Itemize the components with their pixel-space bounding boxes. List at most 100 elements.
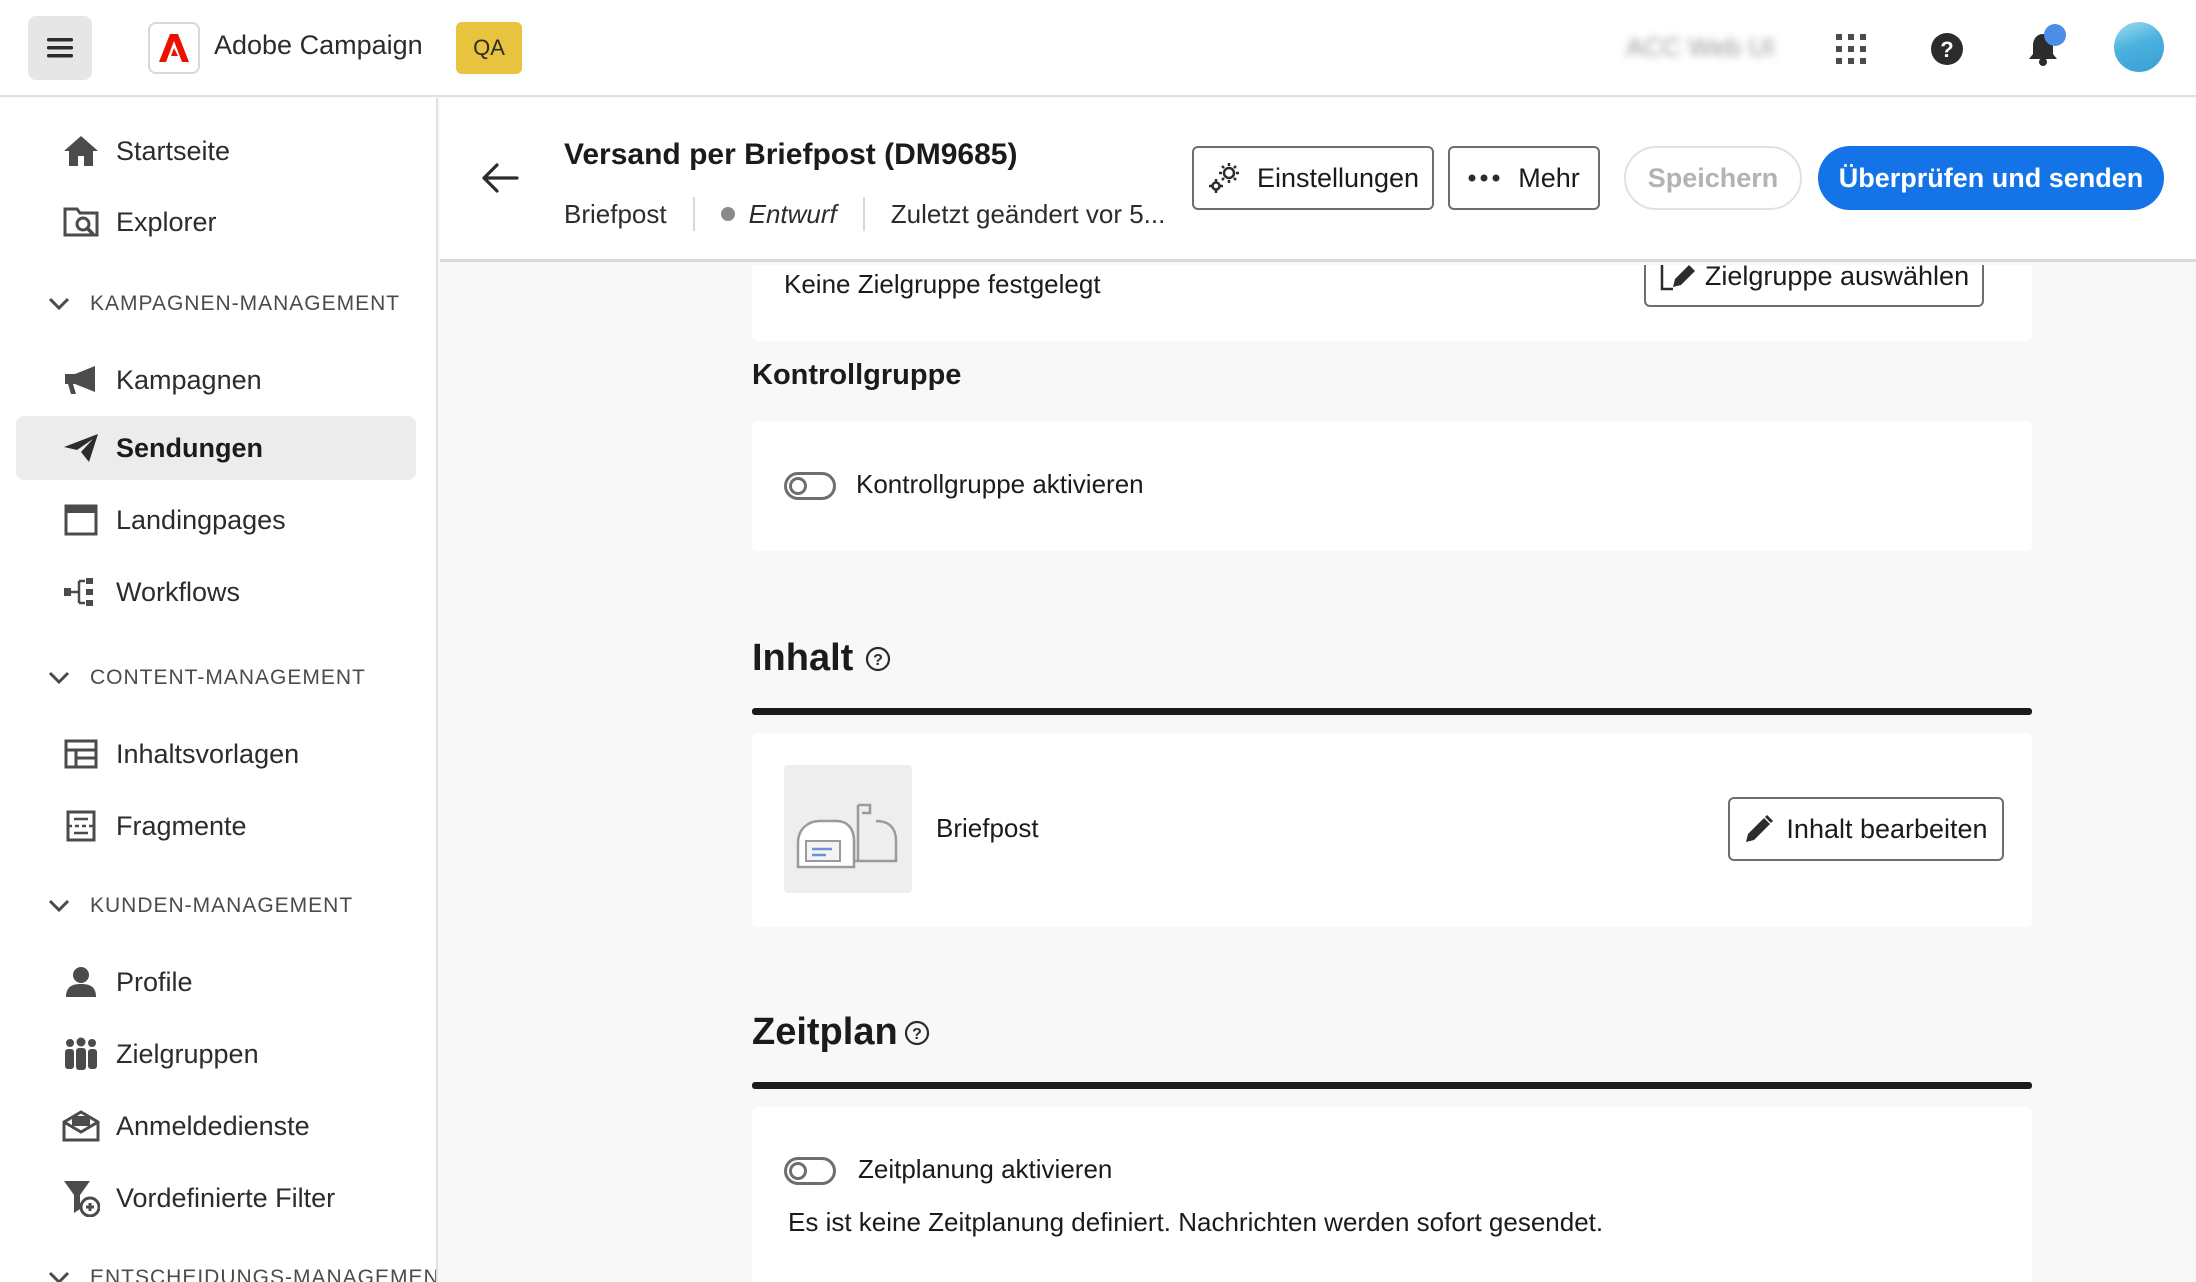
section-content-management[interactable]: CONTENT-MANAGEMENT (48, 660, 366, 696)
app-name[interactable]: Adobe Campaign (214, 30, 423, 61)
schedule-section-divider (752, 1082, 2032, 1089)
sidebar-item-label: Vordefinierte Filter (116, 1182, 336, 1213)
info-help-icon[interactable]: ? (904, 1020, 930, 1046)
edit-content-label: Inhalt bearbeiten (1786, 813, 1988, 844)
menu-icon[interactable] (28, 16, 92, 80)
control-group-toggle[interactable] (784, 472, 836, 500)
svg-text:?: ? (912, 1026, 922, 1043)
sidebar-item-kampagnen[interactable]: Kampagnen (16, 348, 416, 412)
channel-label: Briefpost (564, 198, 667, 229)
avatar[interactable] (2114, 22, 2164, 72)
chevron-down-icon (48, 1266, 72, 1282)
svg-text:?: ? (1940, 37, 1953, 62)
send-icon (62, 429, 100, 467)
top-bar: Adobe Campaign QA ACC Web UI ? (0, 0, 2196, 97)
content-section-title: Inhalt ? (752, 637, 891, 680)
main-content: Keine Zielgruppe festgelegt Zielgruppe a… (440, 265, 2196, 1282)
edit-content-button[interactable]: Inhalt bearbeiten (1728, 797, 2004, 861)
status-indicator (720, 207, 735, 221)
sidebar-item-label: Fragmente (116, 810, 247, 841)
info-help-icon[interactable]: ? (865, 646, 891, 672)
sidebar-item-label: Landingpages (116, 504, 286, 535)
sidebar: Startseite Explorer KAMPAGNEN-MANAGEMENT… (0, 98, 438, 1282)
sidebar-item-label: Kampagnen (116, 364, 262, 395)
more-button[interactable]: Mehr (1448, 146, 1600, 210)
settings-button-label: Einstellungen (1256, 162, 1420, 193)
sidebar-item-workflows[interactable]: Workflows (16, 560, 416, 624)
template-icon (62, 735, 100, 773)
app-switcher-icon[interactable] (1826, 24, 1876, 74)
section-entscheidungs-management[interactable]: ENTSCHEIDUNGS-MANAGEMENT (48, 1260, 438, 1282)
gear-icon (1207, 161, 1243, 195)
content-section-divider (752, 708, 2032, 715)
schedule-card: Zeitplanung aktivieren Es ist keine Zeit… (752, 1107, 2032, 1282)
page-title: Versand per Briefpost (DM9685) (564, 138, 1018, 171)
chevron-down-icon (48, 666, 72, 690)
control-group-toggle-label: Kontrollgruppe aktivieren (856, 469, 1144, 499)
svg-text:?: ? (873, 652, 883, 669)
sidebar-item-label: Startseite (116, 135, 231, 166)
sidebar-item-label: Sendungen (116, 432, 263, 463)
sidebar-item-sendungen[interactable]: Sendungen (16, 416, 416, 480)
chevron-down-icon (48, 894, 72, 918)
schedule-toggle-label: Zeitplanung aktivieren (858, 1154, 1113, 1184)
audience-card: Keine Zielgruppe festgelegt Zielgruppe a… (752, 265, 2032, 341)
control-group-card: Kontrollgruppe aktivieren (752, 421, 2032, 551)
sidebar-item-zielgruppen[interactable]: Zielgruppen (16, 1022, 416, 1086)
sidebar-item-label: Explorer (116, 206, 217, 237)
select-audience-label: Zielgruppe auswählen (1704, 265, 1970, 291)
mail-subscription-icon (62, 1107, 100, 1145)
content-title-text: Inhalt (752, 637, 854, 679)
select-audience-button[interactable]: Zielgruppe auswählen (1644, 265, 1984, 307)
more-button-label: Mehr (1518, 162, 1580, 193)
save-button[interactable]: Speichern (1624, 146, 1802, 210)
sidebar-item-vordefinierte-filter[interactable]: Vordefinierte Filter (16, 1166, 416, 1230)
settings-button[interactable]: Einstellungen (1192, 146, 1434, 210)
bell-icon[interactable] (2018, 24, 2068, 74)
sidebar-item-label: Inhaltsvorlagen (116, 738, 300, 769)
section-kampagnen-management[interactable]: KAMPAGNEN-MANAGEMENT (48, 286, 400, 322)
filter-icon (62, 1179, 100, 1217)
last-modified: Zuletzt geändert vor 5... (890, 198, 1166, 229)
sidebar-item-label: Zielgruppen (116, 1038, 259, 1069)
delivery-header: Versand per Briefpost (DM9685) Briefpost… (440, 98, 2196, 262)
sidebar-item-landingpages[interactable]: Landingpages (16, 488, 416, 552)
more-dots-icon (1468, 174, 1500, 182)
audience-icon (62, 1035, 100, 1073)
back-arrow-icon[interactable] (476, 154, 524, 202)
review-and-send-button[interactable]: Überprüfen und senden (1818, 146, 2164, 210)
sidebar-item-profile[interactable]: Profile (16, 950, 416, 1014)
mailbox-icon (784, 765, 912, 893)
sidebar-item-explorer[interactable]: Explorer (16, 190, 416, 254)
pencil-icon (1744, 814, 1774, 844)
section-kunden-management[interactable]: KUNDEN-MANAGEMENT (48, 888, 353, 924)
sidebar-item-label: Profile (116, 966, 193, 997)
sidebar-item-label: Anmeldedienste (116, 1110, 310, 1141)
schedule-note: Es ist keine Zeitplanung definiert. Nach… (788, 1207, 1604, 1237)
section-title: ENTSCHEIDUNGS-MANAGEMENT (90, 1266, 438, 1282)
sidebar-item-inhaltsvorlagen[interactable]: Inhaltsvorlagen (16, 722, 416, 786)
delivery-meta: Briefpost Entwurf Zuletzt geändert vor 5… (564, 194, 1165, 234)
explorer-icon (62, 203, 100, 241)
section-title: KAMPAGNEN-MANAGEMENT (90, 292, 401, 315)
no-audience-text: Keine Zielgruppe festgelegt (784, 269, 1101, 299)
user-icon (62, 963, 100, 1001)
sidebar-item-startseite[interactable]: Startseite (16, 119, 416, 183)
environment-badge: QA (456, 22, 522, 74)
content-item-label: Briefpost (936, 813, 1039, 843)
chevron-down-icon (48, 292, 72, 316)
org-name[interactable]: ACC Web UI (1626, 32, 1774, 63)
workflow-icon (62, 573, 100, 611)
adobe-logo-icon[interactable] (148, 22, 200, 74)
megaphone-icon (62, 361, 100, 399)
browser-icon (62, 501, 100, 539)
schedule-toggle[interactable] (784, 1157, 836, 1185)
sidebar-item-fragmente[interactable]: Fragmente (16, 794, 416, 858)
home-icon (62, 132, 100, 170)
control-group-title: Kontrollgruppe (752, 359, 962, 391)
help-icon[interactable]: ? (1922, 24, 1972, 74)
content-card: Briefpost Inhalt bearbeiten (752, 733, 2032, 927)
sidebar-item-anmeldedienste[interactable]: Anmeldedienste (16, 1094, 416, 1158)
divider (862, 197, 865, 231)
schedule-title-text: Zeitplan (752, 1011, 898, 1053)
